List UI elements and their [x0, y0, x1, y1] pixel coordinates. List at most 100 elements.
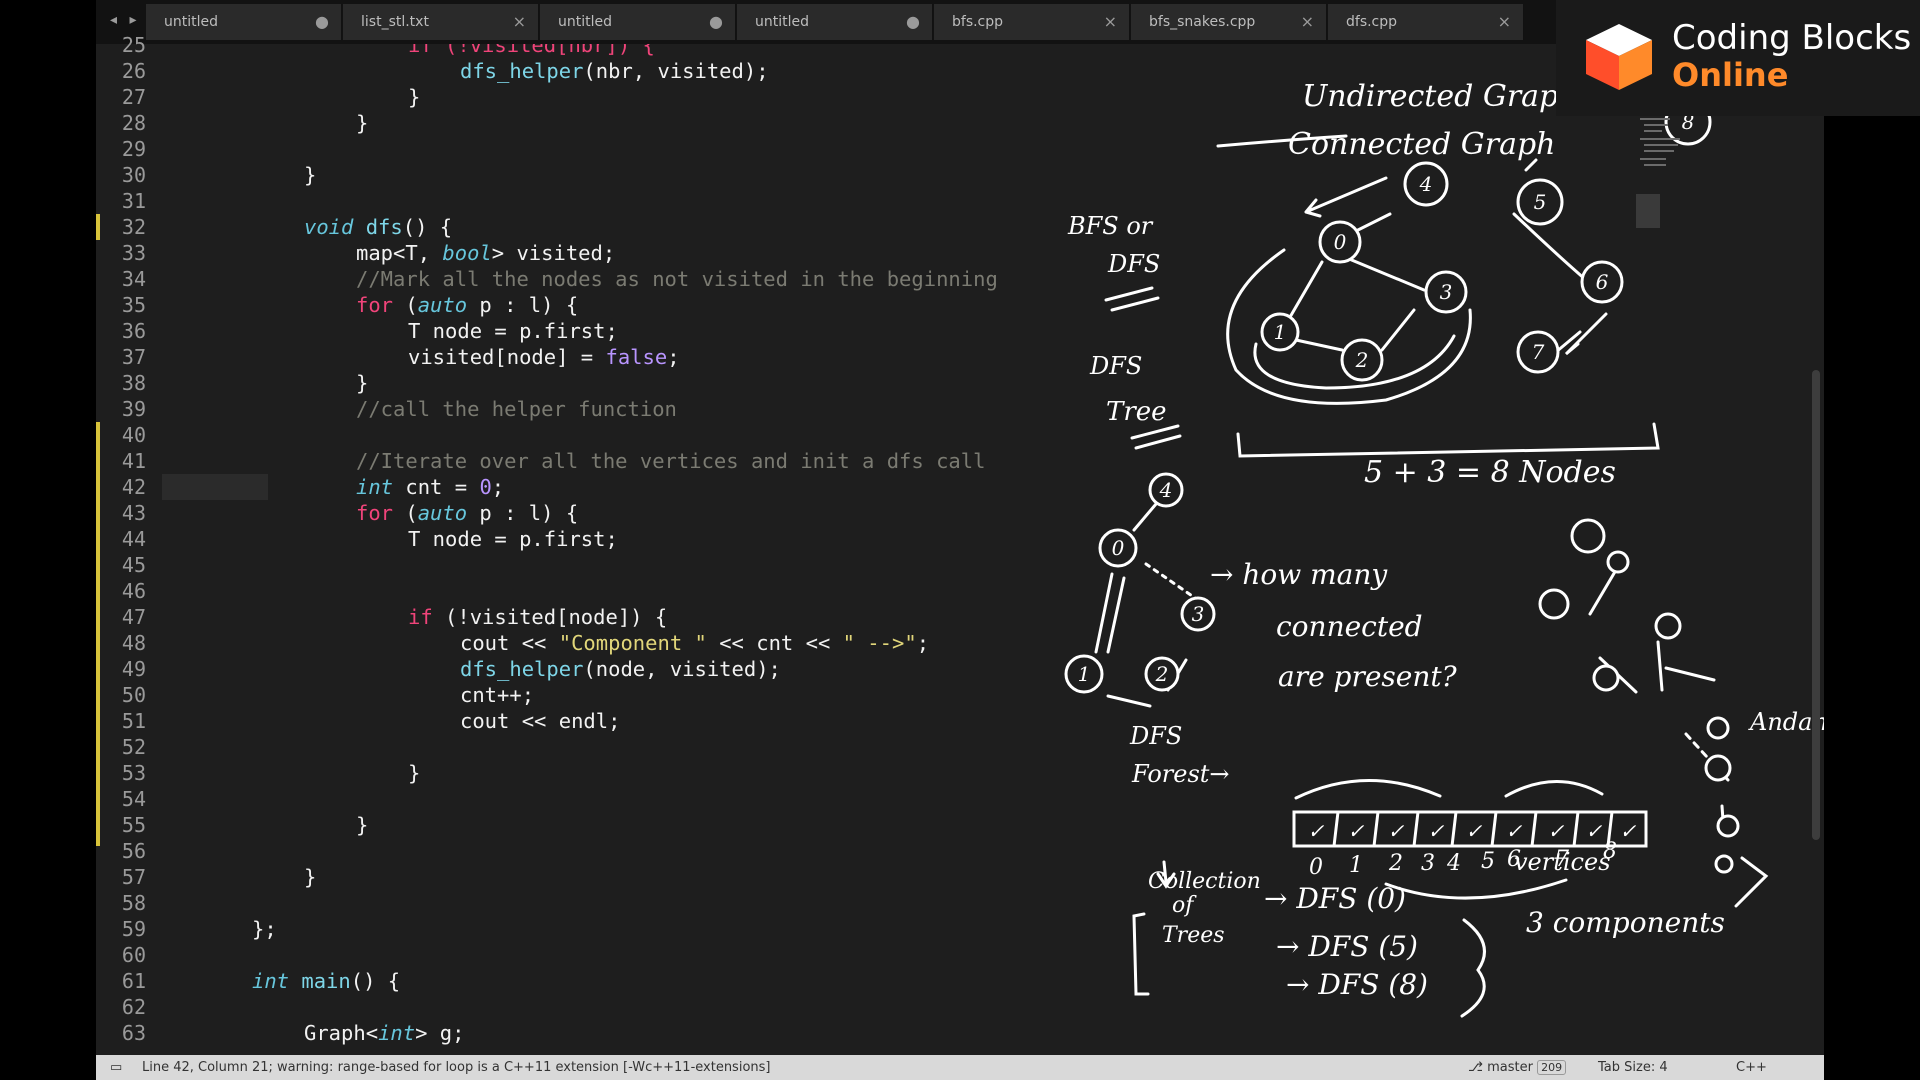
unsaved-dot-icon[interactable]: ●	[906, 4, 920, 40]
tab-label: untitled	[755, 14, 810, 30]
vertical-scrollbar[interactable]	[1812, 370, 1820, 840]
line-number: 50	[121, 683, 146, 707]
collection-bracket	[1132, 912, 1150, 996]
git-change-badge: 209	[1537, 1060, 1567, 1075]
andaman-node	[1704, 754, 1732, 782]
code-line-36: T node = p.first;	[408, 319, 618, 343]
line-number: 52	[121, 735, 146, 759]
code-line-63: Graph<int> g;	[304, 1021, 465, 1045]
line-number: 42	[121, 475, 146, 499]
code-line-27: }	[408, 85, 421, 109]
line-number: 31	[121, 189, 146, 213]
array-check: ✓	[1308, 819, 1325, 843]
g3-node	[1592, 664, 1620, 692]
tab-untitled-2[interactable]: untitled ●	[540, 4, 736, 40]
tree-underline	[1130, 424, 1182, 450]
code-line-59: };	[252, 917, 277, 941]
tab-nav-arrows[interactable]: ◂ ▸	[110, 12, 141, 28]
bfs-or-label: BFS or	[1067, 212, 1154, 240]
close-icon[interactable]: ×	[1498, 4, 1511, 40]
array-index: 4	[1446, 851, 1461, 876]
edge-0-3	[1340, 254, 1426, 292]
unsaved-dot-icon[interactable]: ●	[315, 4, 329, 40]
line-number: 36	[121, 319, 146, 343]
dfs0-call: → DFS (0)	[1264, 882, 1406, 915]
code-line-38: }	[356, 371, 369, 395]
dfs-forest-label-2: Forest→	[1131, 760, 1230, 788]
tab-label: untitled	[164, 14, 219, 30]
code-line-53: }	[408, 761, 421, 785]
g3-node	[1654, 612, 1682, 640]
code-line-57: }	[304, 865, 317, 889]
tab-dfs[interactable]: dfs.cpp ×	[1328, 4, 1524, 40]
code-area[interactable]: if (!visited[nbr]) { dfs_helper(nbr, vis…	[174, 44, 1044, 1056]
tab-bfs-snakes[interactable]: bfs_snakes.cpp ×	[1131, 4, 1327, 40]
line-number: 29	[121, 137, 146, 161]
line-number: 33	[121, 241, 146, 265]
line-number: 63	[121, 1021, 146, 1045]
tab-bfs[interactable]: bfs.cpp ×	[934, 4, 1130, 40]
array-index: 0	[1309, 855, 1323, 880]
code-line-49: dfs_helper(node, visited);	[460, 657, 781, 681]
g1-label: 2	[1355, 348, 1369, 372]
line-number: 26	[121, 59, 146, 83]
nodes-equation: 5 + 3 = 8 Nodes	[1364, 455, 1616, 490]
line-number: 46	[121, 579, 146, 603]
tab-label: dfs.cpp	[1346, 14, 1398, 30]
array-check: ✓	[1388, 819, 1405, 843]
code-line-61: int main() {	[252, 969, 401, 993]
vertices-brace	[1384, 878, 1568, 900]
line-number: 59	[121, 917, 146, 941]
line-number: 55	[121, 813, 146, 837]
line-number: 45	[121, 553, 146, 577]
components-text: 3 components	[1526, 906, 1725, 939]
status-message: Line 42, Column 21; warning: range-based…	[142, 1060, 771, 1075]
git-branch[interactable]: ⎇ master 209	[1468, 1055, 1567, 1080]
panel-toggle-icon[interactable]: ▭	[110, 1055, 122, 1080]
code-line-39: //call the helper function	[356, 397, 677, 421]
array-index: 6	[1507, 847, 1521, 872]
andaman-edge-2	[1734, 856, 1769, 908]
g3-edge-a	[1588, 568, 1618, 616]
tree-label: 3	[1192, 602, 1205, 626]
unsaved-dot-icon[interactable]: ●	[709, 4, 723, 40]
line-number: 30	[121, 163, 146, 187]
line-number: 56	[121, 839, 146, 863]
modified-line-marker	[96, 422, 100, 846]
tab-untitled-1[interactable]: untitled ●	[146, 4, 342, 40]
line-number: 43	[121, 501, 146, 525]
dfs5-call: → DFS (5)	[1276, 930, 1418, 963]
andaman-node	[1706, 716, 1730, 740]
tab-untitled-3[interactable]: untitled ●	[737, 4, 933, 40]
logo-text-line1: Coding Blocks	[1672, 18, 1912, 58]
tab-label: bfs.cpp	[952, 14, 1004, 30]
close-icon[interactable]: ×	[1301, 4, 1314, 40]
edge-5-6	[1512, 212, 1588, 282]
close-icon[interactable]: ×	[513, 4, 526, 40]
tab-size-indicator[interactable]: Tab Size: 4	[1598, 1055, 1668, 1080]
g3-node	[1606, 550, 1630, 574]
code-line-30: }	[304, 163, 317, 187]
edge-2-3	[1380, 308, 1416, 352]
are-present-text: are present?	[1278, 660, 1458, 693]
tree-label: 2	[1155, 662, 1169, 686]
g2-label: 6	[1596, 270, 1609, 294]
tree-edge-0-3	[1144, 562, 1200, 602]
line-number: 32	[121, 215, 146, 239]
g3-edge-d	[1664, 666, 1716, 682]
array-brace-top	[1294, 779, 1604, 800]
code-line-26: dfs_helper(nbr, visited);	[460, 59, 769, 83]
tab-list-stl[interactable]: list_stl.txt ×	[343, 4, 539, 40]
dfs-label: DFS	[1107, 250, 1160, 278]
line-number: 49	[121, 657, 146, 681]
line-number: 35	[121, 293, 146, 317]
g2-label: 5	[1534, 190, 1547, 214]
dfs-tree-label-2: Tree	[1106, 397, 1167, 427]
how-many-text: → how many	[1210, 558, 1388, 591]
code-line-32: void dfs() {	[304, 215, 453, 239]
close-icon[interactable]: ×	[1104, 4, 1117, 40]
minimap[interactable]	[1636, 110, 1726, 310]
andaman-node	[1716, 814, 1740, 838]
array-index: 8	[1603, 839, 1617, 864]
syntax-indicator[interactable]: C++	[1736, 1055, 1767, 1080]
